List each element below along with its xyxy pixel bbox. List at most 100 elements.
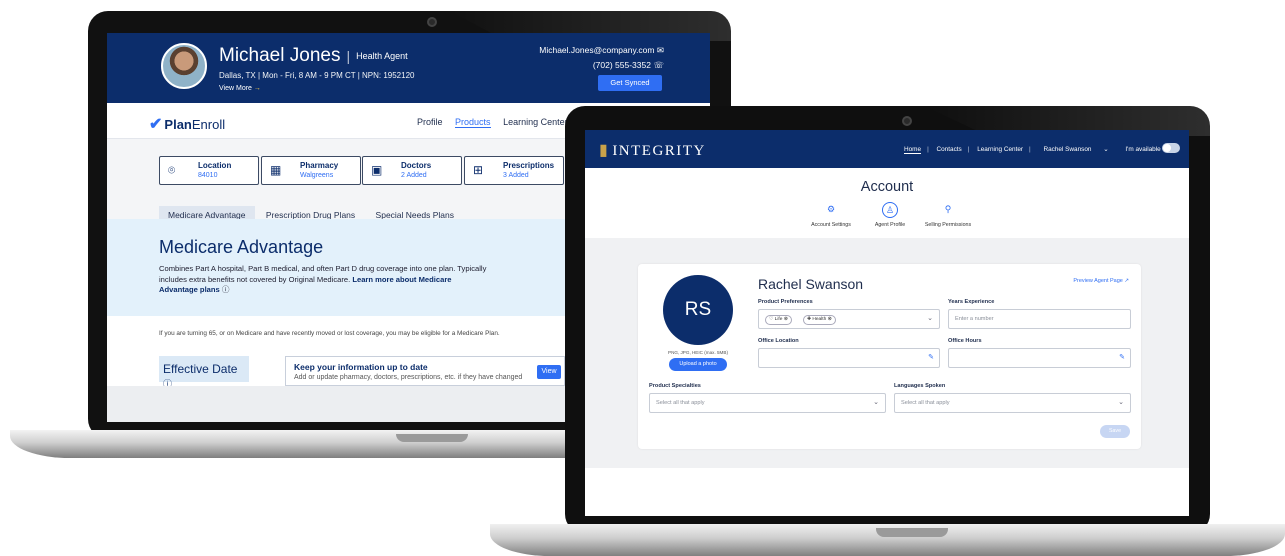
remove-tag-icon: ⊗ bbox=[827, 317, 832, 322]
chip-title: Location bbox=[198, 161, 232, 170]
years-experience-label: Years Experience bbox=[948, 299, 995, 305]
eligibility-note: If you are turning 65, or on Medicare an… bbox=[159, 330, 500, 337]
divider: | bbox=[967, 146, 970, 153]
years-placeholder: Enter a number bbox=[955, 316, 994, 322]
chevron-down-icon: ⌄ bbox=[1118, 399, 1124, 406]
phone-icon: ☏ bbox=[653, 60, 664, 70]
location-chip[interactable]: ⌾ Location 84010 bbox=[159, 156, 259, 185]
webcam-icon bbox=[902, 116, 912, 126]
get-synced-button[interactable]: Get Synced bbox=[598, 75, 662, 91]
heart-icon: ♡ bbox=[769, 317, 774, 322]
health-icon: ✚ bbox=[807, 317, 812, 322]
product-specialties-select[interactable]: Select all that apply ⌄ bbox=[649, 393, 886, 413]
prescriptions-chip[interactable]: ⊞ Prescriptions 3 Added bbox=[464, 156, 564, 185]
keep-info-title: Keep your information up to date bbox=[294, 362, 428, 372]
gear-icon: ⚙ bbox=[826, 204, 836, 214]
external-link-icon: ↗ bbox=[1124, 278, 1129, 284]
remove-tag-icon: ⊗ bbox=[783, 317, 788, 322]
languages-spoken-label: Languages Spoken bbox=[894, 383, 946, 389]
edit-icon[interactable]: ✎ bbox=[1119, 353, 1125, 361]
divider: | bbox=[346, 48, 351, 64]
key-icon: ⚲ bbox=[944, 204, 952, 214]
prescription-icon: ⊞ bbox=[473, 163, 484, 177]
hero-description: Combines Part A hospital, Part B medical… bbox=[159, 264, 489, 296]
nav-learning-center[interactable]: Learning Center bbox=[503, 117, 568, 127]
product-preferences-select[interactable]: ♡ Life ⊗ ✚ Health ⊗ ⌄ bbox=[758, 309, 940, 329]
nav-learning-center[interactable]: Learning Center bbox=[977, 146, 1023, 153]
agent-header: Michael Jones | Health Agent Dallas, TX | … bbox=[107, 33, 710, 103]
laptop-notch bbox=[876, 528, 948, 537]
agent-avatar bbox=[161, 43, 207, 89]
nav-profile[interactable]: Profile bbox=[417, 117, 443, 127]
view-more-link[interactable]: View More → bbox=[219, 85, 261, 92]
avatar: RS bbox=[663, 275, 733, 345]
languages-spoken-select[interactable]: Select all that apply ⌄ bbox=[894, 393, 1131, 413]
agent-profile-card: RS PNG, JPG, HEIC (max. 5MB) Upload a ph… bbox=[638, 264, 1141, 449]
chevron-down-icon: ⌄ bbox=[927, 315, 933, 322]
chevron-down-icon: ⌄ bbox=[1103, 146, 1109, 153]
save-button[interactable]: Save bbox=[1100, 425, 1130, 438]
planenroll-logo[interactable]: ✔ PlanEnroll bbox=[149, 114, 225, 134]
logo-text: INTEGRITY bbox=[612, 143, 706, 159]
agent-name: Michael Jones bbox=[219, 45, 341, 66]
upload-photo-button[interactable]: Upload a photo bbox=[669, 358, 727, 371]
laptop-notch bbox=[396, 434, 468, 442]
chip-title: Doctors bbox=[401, 161, 432, 170]
chip-title: Prescriptions bbox=[503, 161, 555, 170]
webcam-icon bbox=[427, 17, 437, 27]
divider: | bbox=[927, 146, 929, 153]
nav-contacts[interactable]: Contacts bbox=[937, 146, 962, 153]
keep-info-card: Keep your information up to date Add or … bbox=[285, 356, 565, 386]
tag-health[interactable]: ✚ Health ⊗ bbox=[803, 315, 836, 325]
divider: | bbox=[1029, 146, 1031, 153]
upload-formats: PNG, JPG, HEIC (max. 5MB) bbox=[668, 350, 728, 355]
chevron-down-icon: ⌄ bbox=[873, 399, 879, 406]
chip-title: Pharmacy bbox=[300, 161, 339, 170]
availability-label: I'm available bbox=[1125, 146, 1161, 153]
integrity-nav: Home | Contacts | Learning Center | Rachel … bbox=[899, 145, 1166, 154]
doctors-chip[interactable]: ▣ Doctors 2 Added bbox=[362, 156, 462, 185]
office-hours-field[interactable]: ✎ bbox=[948, 348, 1131, 368]
pharmacy-chip[interactable]: ▦ Pharmacy Walgreens bbox=[261, 156, 361, 185]
office-location-field[interactable]: ✎ bbox=[758, 348, 940, 368]
edit-icon[interactable]: ✎ bbox=[928, 353, 934, 361]
user-menu[interactable]: Rachel Swanson ⌄ bbox=[1039, 146, 1114, 153]
effective-date: Effective Date ⓘ bbox=[159, 356, 249, 389]
arrow-right-icon: → bbox=[253, 85, 261, 92]
chip-value: Walgreens bbox=[300, 172, 334, 179]
preview-agent-page-link[interactable]: Preview Agent Page ↗ bbox=[1073, 278, 1129, 284]
tag-life[interactable]: ♡ Life ⊗ bbox=[765, 315, 792, 325]
integrity-mark-icon: ▮ bbox=[599, 142, 610, 159]
chip-value: 84010 bbox=[198, 172, 218, 179]
product-preferences-label: Product Preferences bbox=[758, 299, 813, 305]
location-pin-icon: ⌾ bbox=[168, 163, 176, 177]
profile-name: Rachel Swanson bbox=[758, 276, 864, 292]
agent-phone[interactable]: (702) 555-3352 ☏ bbox=[593, 60, 664, 71]
checkmark-icon: ✔ bbox=[149, 116, 163, 133]
office-location-label: Office Location bbox=[758, 338, 799, 344]
availability-toggle[interactable] bbox=[1162, 143, 1180, 153]
years-experience-input[interactable]: Enter a number bbox=[948, 309, 1131, 329]
logo-bold: Plan bbox=[164, 117, 192, 132]
office-hours-label: Office Hours bbox=[948, 338, 982, 344]
agent-email[interactable]: Michael.Jones@company.com ✉ bbox=[539, 45, 664, 56]
product-specialties-label: Product Specialties bbox=[649, 383, 701, 389]
agent-role: Health Agent bbox=[356, 50, 408, 61]
keep-info-body: Add or update pharmacy, doctors, prescri… bbox=[294, 374, 523, 381]
nav-home[interactable]: Home bbox=[904, 146, 922, 154]
preview-label: Preview Agent Page bbox=[1073, 278, 1123, 284]
integrity-screen: ▮ INTEGRITY Home | Contacts | Learning Cent… bbox=[585, 130, 1189, 516]
page-title: Account bbox=[860, 179, 914, 195]
specialties-placeholder: Select all that apply bbox=[656, 400, 705, 406]
pharmacy-icon: ▦ bbox=[270, 163, 282, 177]
languages-placeholder: Select all that apply bbox=[901, 400, 950, 406]
integrity-header: ▮ INTEGRITY Home | Contacts | Learning Cent… bbox=[585, 130, 1189, 168]
doctor-icon: ▣ bbox=[371, 163, 383, 177]
chip-value: 3 Added bbox=[503, 172, 529, 179]
section-label: Selling Permissions bbox=[924, 222, 972, 228]
selling-permissions-link[interactable]: ⚲ Selling Permissions bbox=[913, 202, 983, 228]
agent-email-text: Michael.Jones@company.com bbox=[539, 45, 655, 55]
nav-products[interactable]: Products bbox=[455, 117, 491, 128]
view-button[interactable]: View bbox=[537, 365, 561, 379]
integrity-logo[interactable]: ▮ INTEGRITY bbox=[599, 140, 706, 160]
